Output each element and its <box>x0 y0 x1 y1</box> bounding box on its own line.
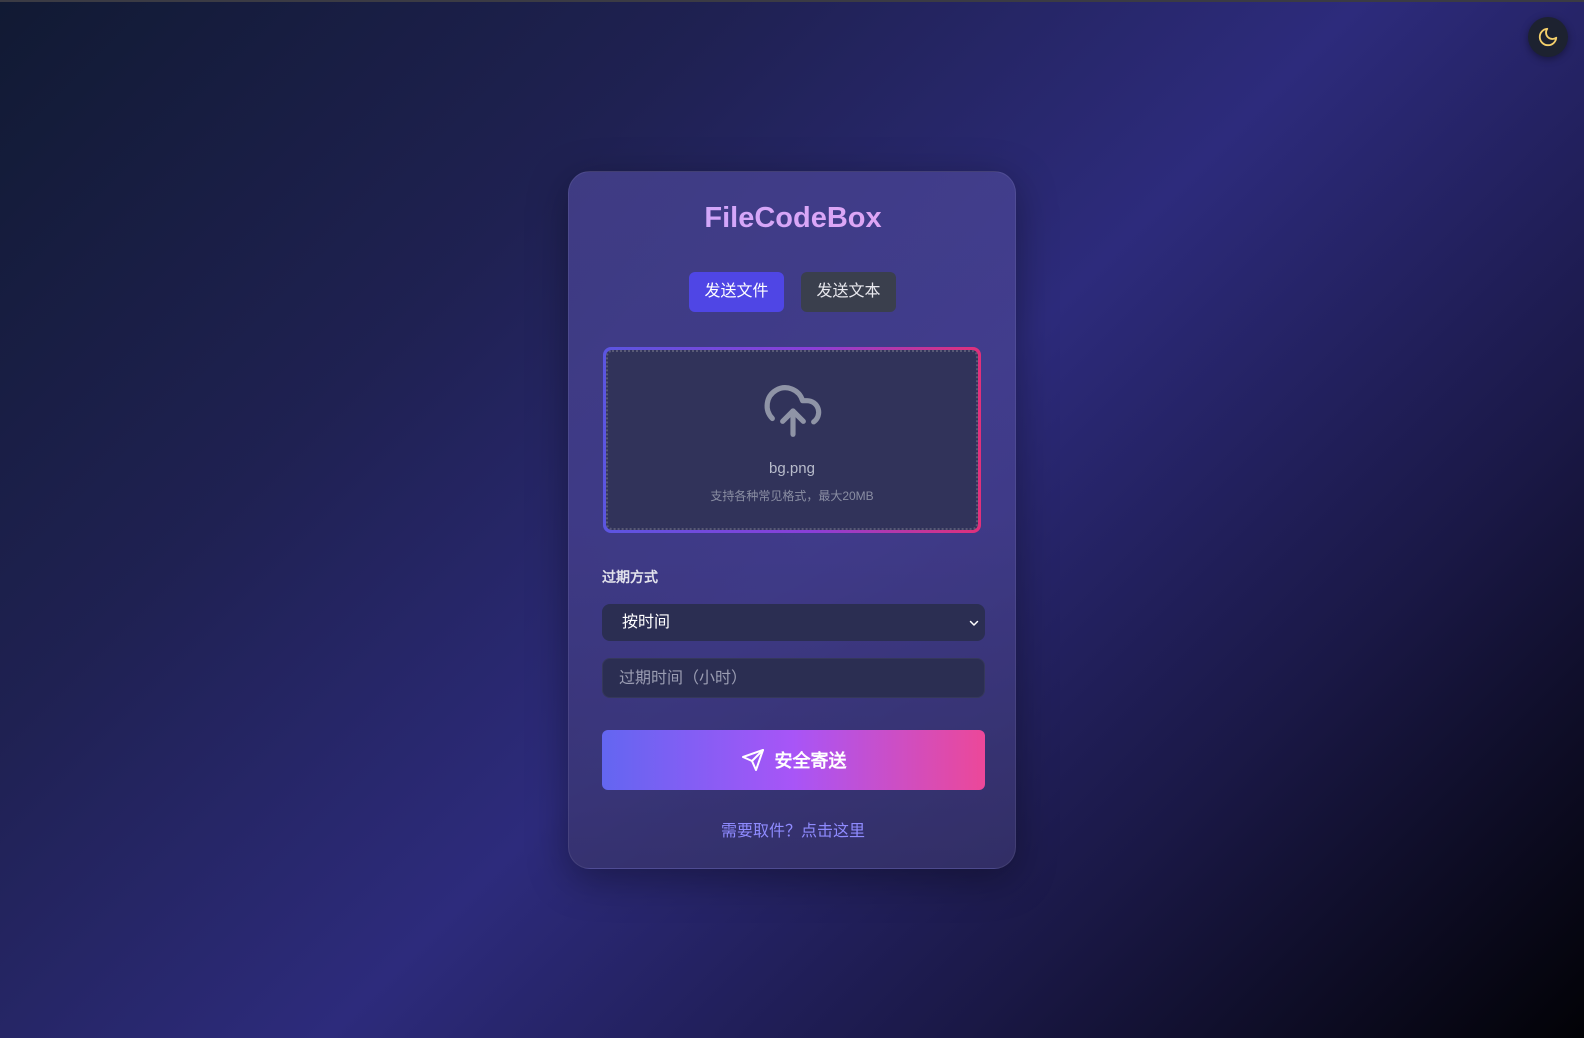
send-icon <box>741 749 764 771</box>
tab-send-text[interactable]: 发送文本 <box>801 272 896 312</box>
expiry-method-label: 过期方式 <box>602 569 658 585</box>
window-top-edge <box>0 0 1584 2</box>
theme-toggle-button[interactable] <box>1528 17 1568 57</box>
moon-icon <box>1538 27 1558 47</box>
secure-send-button[interactable]: 安全寄送 <box>602 730 985 790</box>
retrieve-link[interactable]: 需要取件？点击这里 <box>569 817 1017 841</box>
secure-send-label: 安全寄送 <box>774 751 847 771</box>
app-title: FileCodeBox <box>569 202 1017 235</box>
expiry-hours-input[interactable]: 过期时间（小时） <box>602 658 985 698</box>
dropzone-inner: bg.png 支持各种常见格式，最大20MB <box>606 350 978 530</box>
tab-send-file[interactable]: 发送文件 <box>689 272 784 312</box>
cloud-upload-icon <box>764 385 822 437</box>
selected-file-name: bg.png <box>769 460 815 477</box>
expiry-method-select[interactable]: 按时间 <box>602 604 985 641</box>
chevron-down-icon <box>969 620 979 626</box>
expiry-hours-placeholder: 过期时间（小时） <box>619 670 748 687</box>
expiry-method-value: 按时间 <box>622 614 671 631</box>
send-card: FileCodeBox 发送文件 发送文本 bg.png 支持各种常见格式，最大… <box>568 171 1016 869</box>
file-dropzone[interactable]: bg.png 支持各种常见格式，最大20MB <box>603 347 981 533</box>
upload-hint: 支持各种常见格式，最大20MB <box>710 489 874 503</box>
